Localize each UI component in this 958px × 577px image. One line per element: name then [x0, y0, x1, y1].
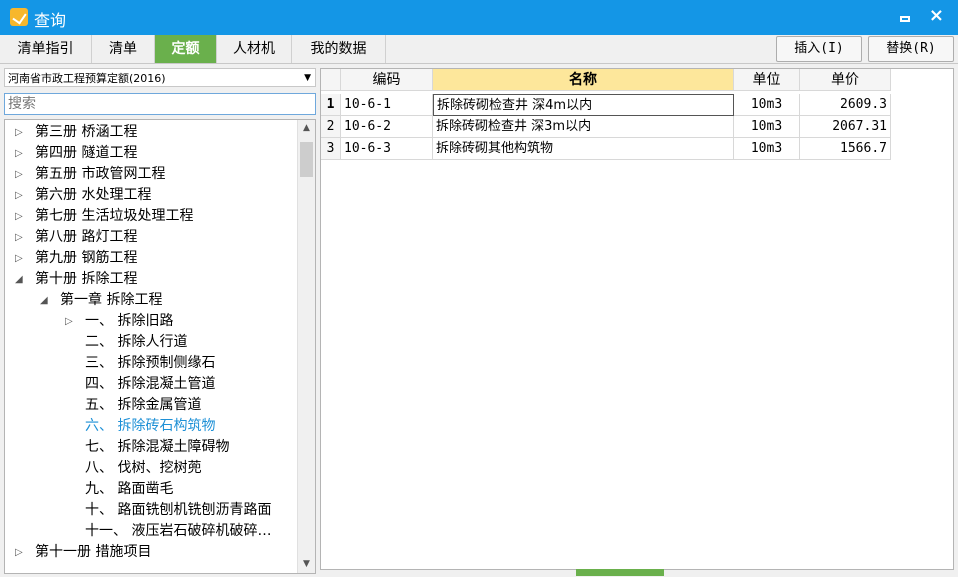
cell-name[interactable]: 拆除砖砌其他构筑物	[433, 138, 734, 160]
tree-item[interactable]: ▷ 第三册 桥涵工程	[15, 122, 137, 143]
row-number[interactable]: 3	[321, 138, 341, 160]
cell-code[interactable]: 10-6-3	[341, 138, 433, 160]
tree-item[interactable]: 十一、 液压岩石破碎机破碎…	[85, 521, 271, 542]
tree-item[interactable]: 八、 伐树、挖树蔸	[85, 458, 201, 479]
tree-item[interactable]: 二、 拆除人行道	[85, 332, 187, 353]
tree-item[interactable]: ▷ 第五册 市政管网工程	[15, 164, 165, 185]
panel-splitter-handle[interactable]	[576, 563, 664, 577]
quota-library-select[interactable]: 河南省市政工程预算定额(2016) ▼	[4, 68, 316, 87]
tab-bill[interactable]: 清单	[92, 35, 155, 63]
insert-button[interactable]: 插入(I)	[776, 36, 862, 62]
cell-price[interactable]: 1566.7	[800, 138, 891, 160]
column-header-price[interactable]: 单价	[800, 69, 891, 91]
collapse-icon[interactable]: ◢	[40, 290, 48, 311]
tree-item[interactable]: ▷ 第六册 水处理工程	[15, 185, 151, 206]
tree-item[interactable]: 三、 拆除预制侧缘石	[85, 353, 215, 374]
tree-item-selected[interactable]: 六、 拆除砖石构筑物	[85, 416, 215, 437]
cell-name[interactable]: 拆除砖砌检查井 深3m以内	[433, 116, 734, 138]
chapter-tree: ▷ 第三册 桥涵工程 ▷ 第四册 隧道工程 ▷ 第五册 市政管网工程 ▷ 第六册 水处理…	[4, 119, 316, 574]
column-header-code[interactable]: 编码	[341, 69, 433, 91]
tree-item[interactable]: 九、 路面凿毛	[85, 479, 173, 500]
app-icon	[10, 8, 28, 26]
expand-icon[interactable]: ▷	[15, 542, 23, 563]
expand-icon[interactable]: ▷	[15, 227, 23, 248]
cell-price[interactable]: 2067.31	[800, 116, 891, 138]
quota-table: 编码 名称 单位 单价 1 10-6-1 拆除砖砌检查井 深4m以内 10m3 …	[320, 68, 954, 570]
cell-unit[interactable]: 10m3	[734, 138, 800, 160]
expand-icon[interactable]: ▷	[15, 206, 23, 227]
scroll-thumb[interactable]	[300, 142, 313, 177]
tab-bill-guide[interactable]: 清单指引	[0, 35, 92, 63]
row-number-header	[321, 69, 341, 91]
expand-icon[interactable]: ▷	[15, 122, 23, 143]
scroll-down-icon[interactable]: ▼	[298, 556, 315, 573]
expand-icon[interactable]: ▷	[15, 143, 23, 164]
collapse-icon[interactable]: ◢	[15, 269, 23, 290]
title-bar: 查询 ×	[0, 0, 958, 35]
replace-button[interactable]: 替换(R)	[868, 36, 954, 62]
tree-item[interactable]: ▷ 第七册 生活垃圾处理工程	[15, 206, 193, 227]
tree-item[interactable]: ▷ 第八册 路灯工程	[15, 227, 137, 248]
close-icon[interactable]: ×	[929, 5, 944, 26]
expand-icon[interactable]: ▷	[15, 185, 23, 206]
search-input[interactable]: 搜索	[4, 93, 316, 115]
tree-scrollbar[interactable]: ▲ ▼	[297, 120, 315, 573]
row-number[interactable]: 2	[321, 116, 341, 138]
tree-item[interactable]: ◢ 第十册 拆除工程	[15, 269, 137, 290]
tab-quota[interactable]: 定额	[155, 35, 217, 63]
tree-item[interactable]: 十、 路面铣刨机铣刨沥青路面	[85, 500, 271, 521]
chevron-down-icon[interactable]: ▼	[304, 69, 311, 88]
window-title: 查询	[34, 11, 67, 30]
cell-price[interactable]: 2609.3	[800, 94, 891, 116]
tree-item[interactable]: 四、 拆除混凝土管道	[85, 374, 215, 395]
cell-code[interactable]: 10-6-1	[341, 94, 433, 116]
cell-name[interactable]: 拆除砖砌检查井 深4m以内	[433, 94, 734, 116]
expand-icon[interactable]: ▷	[15, 164, 23, 185]
expand-icon[interactable]: ▷	[65, 311, 73, 332]
expand-icon[interactable]: ▷	[15, 248, 23, 269]
tree-item[interactable]: 五、 拆除金属管道	[85, 395, 201, 416]
tab-my-data[interactable]: 我的数据	[292, 35, 386, 63]
tab-labor-material-machine[interactable]: 人材机	[217, 35, 292, 63]
tree-item[interactable]: ▷ 第九册 钢筋工程	[15, 248, 137, 269]
tree-item[interactable]: ▷ 一、 拆除旧路	[65, 311, 173, 332]
column-header-unit[interactable]: 单位	[734, 69, 800, 91]
row-number[interactable]: 1	[321, 94, 341, 116]
tree-item[interactable]: ◢ 第一章 拆除工程	[40, 290, 162, 311]
tree-item[interactable]: 七、 拆除混凝土障碍物	[85, 437, 229, 458]
column-header-name[interactable]: 名称	[433, 69, 734, 91]
minimize-icon[interactable]	[896, 7, 914, 25]
cell-unit[interactable]: 10m3	[734, 94, 800, 116]
cell-code[interactable]: 10-6-2	[341, 116, 433, 138]
tree-item[interactable]: ▷ 第四册 隧道工程	[15, 143, 137, 164]
tab-bar: 清单指引 清单 定额 人材机 我的数据 插入(I) 替换(R)	[0, 35, 958, 64]
tree-item[interactable]: ▷ 第十一册 措施项目	[15, 542, 151, 563]
scroll-up-icon[interactable]: ▲	[298, 120, 315, 137]
cell-unit[interactable]: 10m3	[734, 116, 800, 138]
quota-library-value: 河南省市政工程预算定额(2016)	[8, 72, 166, 85]
